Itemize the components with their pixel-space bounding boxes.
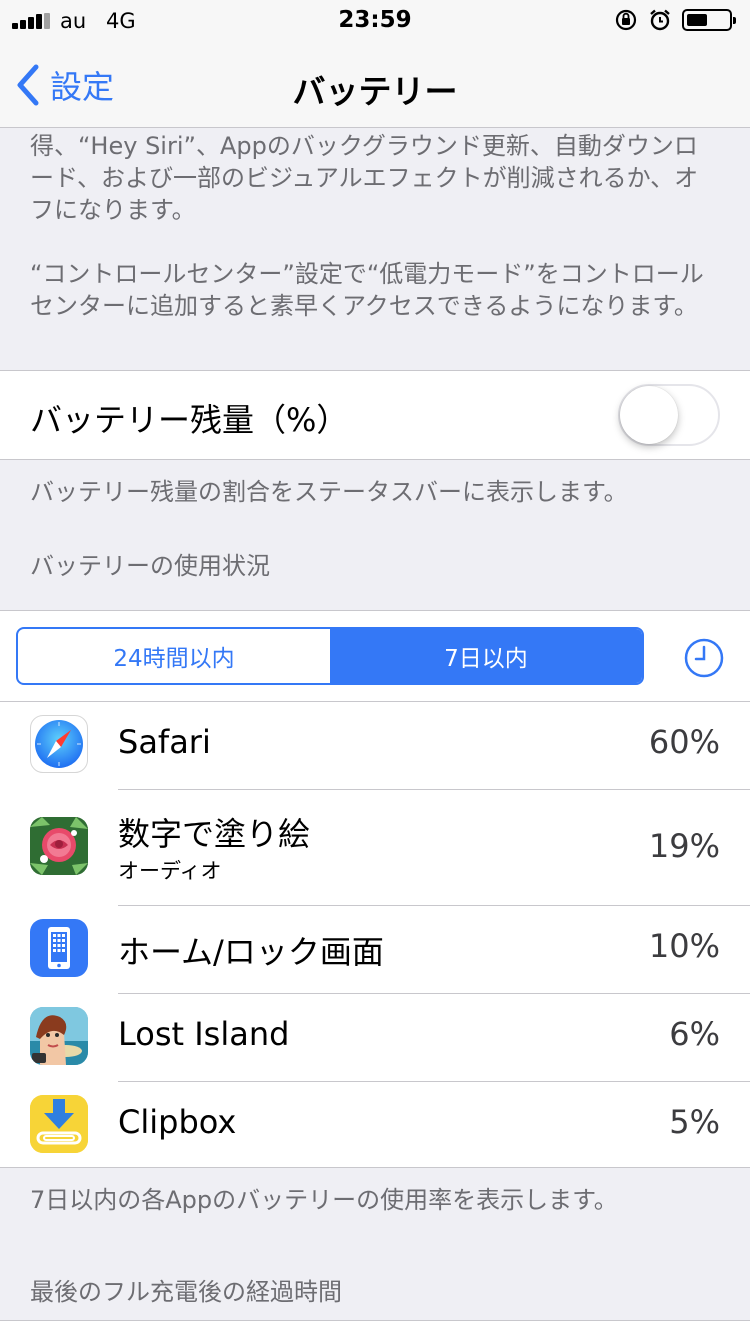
app-usage-percent: 6%	[669, 1015, 720, 1053]
description-line: センターに追加すると素早くアクセスできるようになります。	[30, 292, 698, 320]
app-usage-row[interactable]: Lost Island 6%	[0, 993, 750, 1081]
app-usage-percent: 19%	[648, 827, 720, 865]
segment-7-days[interactable]: 7日以内	[330, 629, 642, 683]
battery-percentage-footer: バッテリー残量の割合をステータスバーに表示します。	[30, 478, 628, 506]
row-divider	[118, 789, 750, 790]
control-center-description: “コントロールセンター”設定で“低電力モード”をコントロール センターに追加する…	[30, 258, 720, 322]
status-bar: au 4G 23:59	[0, 0, 750, 40]
row-divider	[118, 905, 750, 906]
app-usage-row[interactable]: Safari 60%	[0, 701, 750, 789]
battery-percentage-label: バッテリー残量（%）	[30, 401, 349, 439]
description-line: 得、“Hey Siri”、Appのバックグラウンド更新、自動ダウンロ	[30, 132, 698, 160]
usage-section-header: バッテリーの使用状況	[30, 552, 270, 580]
app-name: Safari	[118, 723, 211, 761]
battery-percentage-cell: バッテリー残量（%）	[0, 370, 750, 460]
app-usage-percent: 10%	[648, 927, 720, 965]
row-divider	[118, 993, 750, 994]
usage-card: 24時間以内 7日以内 Safari 60% 数字で塗り絵 オーディオ 19% …	[0, 610, 750, 1168]
app-name: ホーム/ロック画面	[118, 933, 384, 971]
app-usage-row[interactable]: ホーム/ロック画面 10%	[0, 905, 750, 993]
navigation-bar: 設定 バッテリー	[0, 40, 750, 128]
app-usage-row[interactable]: Clipbox 5%	[0, 1081, 750, 1169]
app-name: 数字で塗り絵	[118, 815, 311, 853]
segment-24-hours[interactable]: 24時間以内	[18, 629, 330, 683]
phone-screen-icon	[30, 919, 88, 977]
battery-percentage-toggle[interactable]	[618, 384, 720, 446]
lost-island-icon	[30, 1007, 88, 1065]
low-power-description: 得、“Hey Siri”、Appのバックグラウンド更新、自動ダウンロ ード、およ…	[30, 130, 720, 226]
clipbox-icon	[30, 1095, 88, 1153]
alarm-icon	[650, 9, 670, 31]
app-usage-percent: 60%	[648, 723, 720, 761]
orientation-lock-icon	[615, 9, 637, 31]
safari-icon	[30, 715, 88, 773]
app-usage-percent: 5%	[669, 1103, 720, 1141]
description-line: “コントロールセンター”設定で“低電力モード”をコントロール	[30, 260, 704, 288]
time-since-charge-card	[0, 1320, 750, 1334]
row-divider	[118, 1081, 750, 1082]
description-line: フになります。	[30, 196, 196, 224]
app-usage-row[interactable]: 数字で塗り絵 オーディオ 19%	[0, 789, 750, 905]
clock-icon[interactable]	[684, 638, 724, 678]
app-subtitle: オーディオ	[118, 859, 222, 883]
page-title: バッテリー	[292, 72, 458, 111]
usage-footer: 7日以内の各Appのバッテリーの使用率を表示します。	[30, 1186, 618, 1214]
usage-period-segmented-control: 24時間以内 7日以内	[16, 627, 644, 685]
app-name: Lost Island	[118, 1015, 290, 1053]
rose-coloring-icon	[30, 817, 88, 875]
description-line: ード、および一部のビジュアルエフェクトが削減されるか、オ	[30, 164, 699, 192]
app-name: Clipbox	[118, 1103, 237, 1141]
toggle-knob	[620, 386, 678, 444]
time-since-charge-header: 最後のフル充電後の経過時間	[30, 1278, 342, 1306]
battery-icon	[682, 9, 736, 31]
row-divider	[0, 701, 750, 702]
